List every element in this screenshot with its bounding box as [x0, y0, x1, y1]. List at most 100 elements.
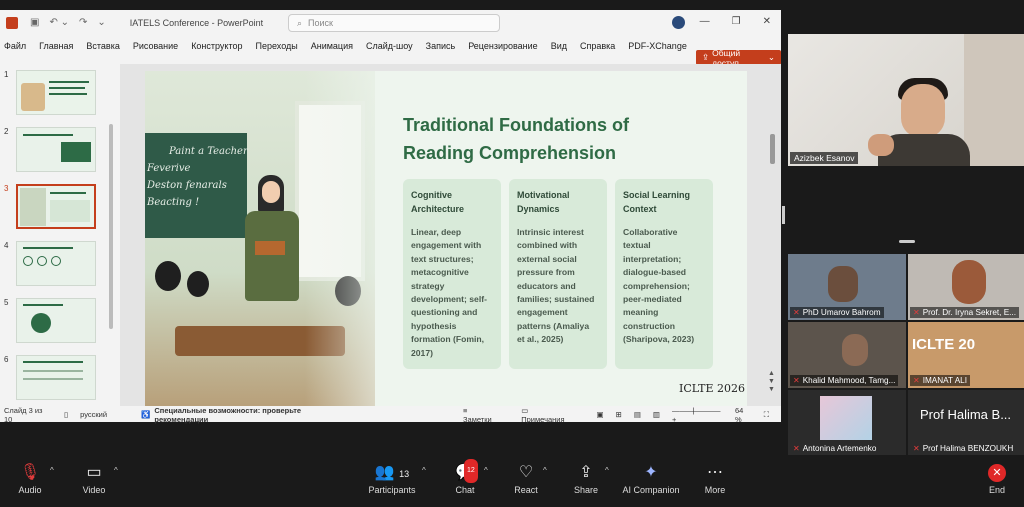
video-button[interactable]: ▭ Video — [80, 461, 108, 495]
slideshow-icon[interactable]: ▥ — [653, 410, 660, 419]
tile-name-text: Prof. Dr. Iryna Sekret, E... — [922, 308, 1016, 317]
tile-name-text: Khalid Mahmood, Tamg... — [802, 376, 896, 385]
close-icon[interactable]: ✕ — [763, 16, 771, 27]
participants-icon-wrap: 👥 13 — [366, 461, 418, 485]
participant-tile[interactable]: ✕ PhD Umarov Bahrom — [788, 254, 906, 320]
thumb-number: 2 — [4, 127, 9, 136]
slide-thumbnail-5[interactable] — [16, 298, 96, 343]
end-button[interactable]: ✕ End — [984, 461, 1010, 495]
spellcheck-icon[interactable]: ▯ — [64, 410, 68, 419]
share-icon: ⇪ — [702, 52, 710, 62]
comments-button[interactable]: ▭ Примечания — [521, 406, 584, 424]
chat-options-caret[interactable]: ^ — [484, 466, 488, 475]
close-icon: ✕ — [988, 464, 1006, 482]
board-line: Paint a Teacher — [169, 146, 248, 157]
normal-view-icon[interactable]: ▣ — [596, 410, 603, 419]
notes-button[interactable]: ≡ Заметки — [463, 406, 509, 424]
slide-sorter-icon[interactable]: ⊞ — [616, 410, 622, 419]
chat-button[interactable]: 💬12 Chat — [452, 459, 478, 495]
ai-companion-button[interactable]: ✦ AI Companion — [622, 461, 680, 495]
panel-resize-handle[interactable] — [782, 206, 785, 224]
comments-label: Примечания — [521, 414, 565, 424]
card-body: Linear, deep engagement with text struct… — [411, 227, 487, 358]
status-bar: Слайд 3 из 10 ▯ русский ♿ Специальные во… — [0, 405, 781, 424]
participant-tile[interactable]: ✕ Prof. Dr. Iryna Sekret, E... — [908, 254, 1024, 320]
tab-file[interactable]: Файл — [4, 41, 26, 51]
tile-banner-text: ICLTE 20 — [912, 336, 976, 353]
card-motivational: Motivational Dynamics Intrinsic interest… — [509, 179, 607, 369]
chat-icon-wrap: 💬12 — [452, 459, 478, 485]
fit-slide-icon[interactable]: ⛶ — [764, 410, 769, 420]
card-social: Social Learning Context Collaborative te… — [615, 179, 713, 369]
thumbnail-scrollbar[interactable] — [109, 124, 113, 329]
book — [255, 241, 285, 255]
participant-display-name: Prof Halima B... — [920, 407, 1012, 422]
share-screen-button[interactable]: ⇪ Share — [572, 461, 600, 495]
tab-insert[interactable]: Вставка — [86, 41, 119, 51]
tab-transitions[interactable]: Переходы — [256, 41, 298, 51]
customize-toolbar-icon[interactable]: ⌄ — [97, 17, 105, 28]
notes-label: Заметки — [463, 414, 492, 424]
participant-tile[interactable]: ✕ Khalid Mahmood, Tamg... — [788, 322, 906, 388]
card-heading: Motivational Dynamics — [517, 190, 570, 214]
redo-icon[interactable]: ↷ — [79, 17, 87, 28]
tab-help[interactable]: Справка — [580, 41, 615, 51]
tab-review[interactable]: Рецензирование — [468, 41, 538, 51]
participants-options-caret[interactable]: ^ — [422, 466, 426, 475]
share-screen-icon: ⇪ — [579, 464, 593, 481]
reading-view-icon[interactable]: ▤ — [634, 410, 641, 419]
slide-thumbnail-1[interactable] — [16, 70, 96, 115]
tab-view[interactable]: Вид — [551, 41, 567, 51]
slide-thumbnail-4[interactable] — [16, 241, 96, 286]
tab-slideshow[interactable]: Слайд-шоу — [366, 41, 413, 51]
participant-tile[interactable]: Prof Halima B... ✕ Prof Halima BENZOUKH — [908, 390, 1024, 456]
restore-icon[interactable]: ❐ — [732, 16, 741, 27]
audio-options-caret[interactable]: ^ — [50, 466, 54, 475]
thumb-number: 3 — [4, 184, 9, 193]
slide-thumbnail-3[interactable] — [16, 184, 96, 229]
speaker-video[interactable]: Azizbek Esanov — [788, 34, 1024, 166]
tab-design[interactable]: Конструктор — [191, 41, 242, 51]
participant-tile[interactable]: ✕ Antonina Artemenko — [788, 390, 906, 456]
slide-scrollbar[interactable] — [770, 134, 775, 164]
video-options-caret[interactable]: ^ — [114, 466, 118, 475]
teacher-body — [245, 211, 299, 301]
tab-record[interactable]: Запись — [426, 41, 456, 51]
zoom-level[interactable]: 64 % — [735, 406, 752, 424]
tile-name-text: Prof Halima BENZOUKH — [922, 444, 1014, 453]
document-title: IATELS Conference - PowerPoint — [129, 17, 264, 28]
undo-icon[interactable]: ↶ ⌄ — [49, 17, 69, 28]
share-button[interactable]: ⇪ Общий доступ ⌄ — [696, 48, 781, 68]
zoom-slider[interactable]: — ——|———— + — [672, 406, 723, 424]
share-label: Share — [573, 485, 599, 495]
camera-icon: ▭ — [86, 464, 102, 481]
speaker-name: Azizbek Esanov — [790, 152, 859, 164]
slide-counter: Слайд 3 из 10 — [4, 405, 43, 424]
tab-home[interactable]: Главная — [39, 41, 73, 51]
participant-tile[interactable]: ICLTE 20 ✕ IMANAT ALI — [908, 322, 1024, 388]
slide-thumbnail-6[interactable] — [16, 355, 96, 400]
save-icon[interactable]: ▣ — [30, 17, 39, 28]
tab-pdf-xchange[interactable]: PDF-XChange — [628, 41, 687, 51]
panel-divider[interactable] — [899, 240, 915, 243]
accessibility-status[interactable]: Специальные возможности: проверьте реком… — [154, 406, 353, 424]
more-button[interactable]: ⋯ More — [702, 461, 728, 495]
share-options-caret[interactable]: ^ — [605, 466, 609, 475]
search-input[interactable]: ⌕ Поиск — [288, 14, 500, 32]
accessibility-icon[interactable]: ♿ — [141, 410, 150, 419]
search-icon: ⌕ — [297, 17, 303, 28]
tab-draw[interactable]: Рисование — [133, 41, 178, 51]
window-controls: — ❐ ✕ — [700, 16, 771, 27]
language-indicator[interactable]: русский — [80, 410, 107, 419]
minimize-icon[interactable]: — — [700, 16, 710, 27]
avatar[interactable] — [672, 16, 685, 29]
audio-button[interactable]: 🎙 Audio — [16, 461, 44, 495]
react-button[interactable]: ♡ React — [512, 461, 540, 495]
slide-thumbnails: 1 2 3 4 5 6 — [0, 64, 120, 406]
student-figure — [187, 271, 209, 297]
slide-nav-icons[interactable]: ▲ ▼ ▼ — [768, 370, 775, 394]
tab-animations[interactable]: Анимация — [311, 41, 353, 51]
react-options-caret[interactable]: ^ — [543, 466, 547, 475]
participants-button[interactable]: 👥 13 Participants — [366, 461, 418, 495]
slide-thumbnail-2[interactable] — [16, 127, 96, 172]
